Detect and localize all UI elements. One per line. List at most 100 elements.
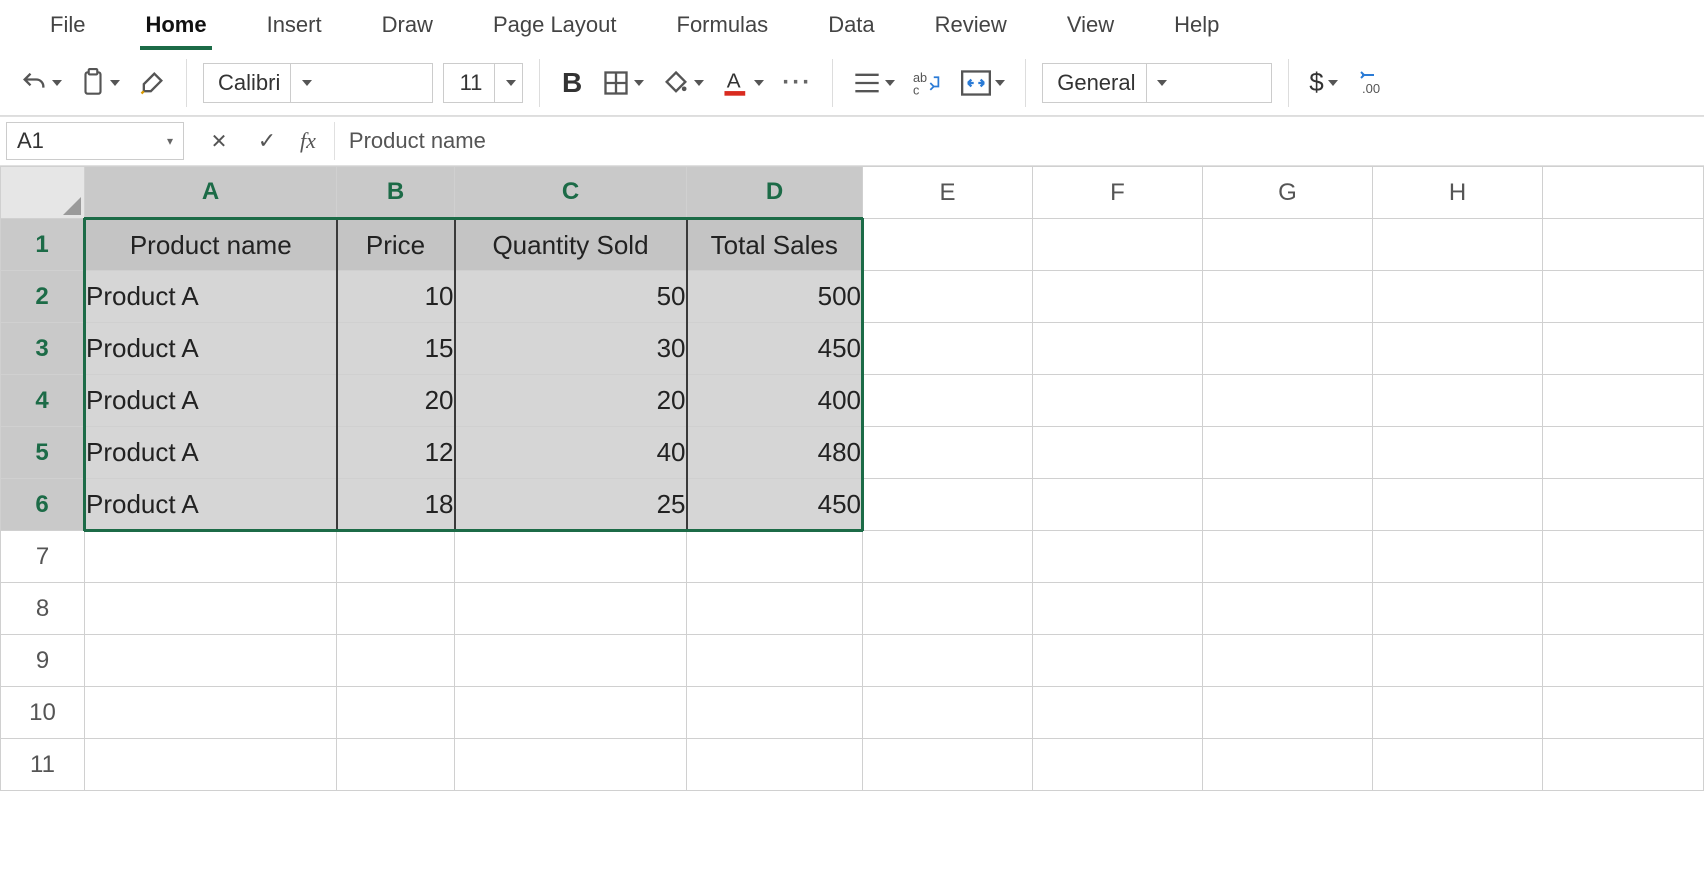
- cell-G8[interactable]: [1203, 583, 1373, 635]
- cell-E10[interactable]: [863, 687, 1033, 739]
- cell-D10[interactable]: [687, 687, 863, 739]
- cell-F5[interactable]: [1033, 427, 1203, 479]
- cell-B8[interactable]: [337, 583, 455, 635]
- menu-tab-draw[interactable]: Draw: [352, 2, 463, 48]
- merge-cells-button[interactable]: [957, 64, 1009, 102]
- font-color-button[interactable]: A: [718, 64, 768, 102]
- formula-input[interactable]: [334, 122, 1704, 160]
- confirm-edit-button[interactable]: ✓: [252, 122, 282, 160]
- cell-B2[interactable]: 10: [337, 271, 455, 323]
- format-painter-button[interactable]: [134, 64, 170, 102]
- cell-F11[interactable]: [1033, 739, 1203, 791]
- borders-button[interactable]: [598, 64, 648, 102]
- cell-G5[interactable]: [1203, 427, 1373, 479]
- column-header-B[interactable]: B: [337, 167, 455, 219]
- cell-B9[interactable]: [337, 635, 455, 687]
- cell-B5[interactable]: 12: [337, 427, 455, 479]
- cell-D9[interactable]: [687, 635, 863, 687]
- spreadsheet-grid[interactable]: A B C D E F G H 1 Product name Price Qua…: [0, 166, 1704, 894]
- cell-A8[interactable]: [85, 583, 337, 635]
- cell-A2[interactable]: Product A: [85, 271, 337, 323]
- cell-A1[interactable]: Product name: [85, 219, 337, 271]
- cell-F1[interactable]: [1033, 219, 1203, 271]
- cell-H1[interactable]: [1373, 219, 1543, 271]
- cell-H6[interactable]: [1373, 479, 1543, 531]
- cancel-edit-button[interactable]: ✕: [204, 122, 234, 160]
- menu-tab-formulas[interactable]: Formulas: [647, 2, 799, 48]
- more-formatting-button[interactable]: ···: [778, 64, 816, 102]
- cell-F8[interactable]: [1033, 583, 1203, 635]
- select-all-corner[interactable]: [1, 167, 85, 219]
- cell-C7[interactable]: [455, 531, 687, 583]
- cell-B10[interactable]: [337, 687, 455, 739]
- cell-H3[interactable]: [1373, 323, 1543, 375]
- row-header-2[interactable]: 2: [1, 271, 85, 323]
- cell-A11[interactable]: [85, 739, 337, 791]
- row-header-1[interactable]: 1: [1, 219, 85, 271]
- row-header-5[interactable]: 5: [1, 427, 85, 479]
- cell-B6[interactable]: 18: [337, 479, 455, 531]
- cell-A5[interactable]: Product A: [85, 427, 337, 479]
- alignment-button[interactable]: [849, 64, 899, 102]
- cell-D6[interactable]: 450: [687, 479, 863, 531]
- number-format-dropdown[interactable]: General: [1042, 63, 1272, 103]
- cell-A4[interactable]: Product A: [85, 375, 337, 427]
- cell-C6[interactable]: 25: [455, 479, 687, 531]
- cell-G6[interactable]: [1203, 479, 1373, 531]
- fx-icon[interactable]: fx: [300, 128, 316, 154]
- cell-C8[interactable]: [455, 583, 687, 635]
- cell-H5[interactable]: [1373, 427, 1543, 479]
- menu-tab-file[interactable]: File: [20, 2, 115, 48]
- cell-A9[interactable]: [85, 635, 337, 687]
- menu-tab-page-layout[interactable]: Page Layout: [463, 2, 647, 48]
- cell-C5[interactable]: 40: [455, 427, 687, 479]
- cell-D4[interactable]: 400: [687, 375, 863, 427]
- cell-H9[interactable]: [1373, 635, 1543, 687]
- cell-D7[interactable]: [687, 531, 863, 583]
- menu-tab-review[interactable]: Review: [905, 2, 1037, 48]
- cell-H2[interactable]: [1373, 271, 1543, 323]
- cell-F2[interactable]: [1033, 271, 1203, 323]
- cell-B1[interactable]: Price: [337, 219, 455, 271]
- row-header-10[interactable]: 10: [1, 687, 85, 739]
- cell-E9[interactable]: [863, 635, 1033, 687]
- cell-H11[interactable]: [1373, 739, 1543, 791]
- column-header-F[interactable]: F: [1033, 167, 1203, 219]
- cell-F10[interactable]: [1033, 687, 1203, 739]
- cell-C1[interactable]: Quantity Sold: [455, 219, 687, 271]
- cell-E8[interactable]: [863, 583, 1033, 635]
- font-size-dropdown[interactable]: 11: [443, 63, 523, 103]
- cell-overflow[interactable]: [1543, 375, 1704, 427]
- cell-B7[interactable]: [337, 531, 455, 583]
- cell-overflow[interactable]: [1543, 427, 1704, 479]
- cell-overflow[interactable]: [1543, 531, 1704, 583]
- cell-E3[interactable]: [863, 323, 1033, 375]
- cell-A6[interactable]: Product A: [85, 479, 337, 531]
- cell-D8[interactable]: [687, 583, 863, 635]
- cell-A7[interactable]: [85, 531, 337, 583]
- row-header-3[interactable]: 3: [1, 323, 85, 375]
- cell-overflow[interactable]: [1543, 687, 1704, 739]
- cell-H7[interactable]: [1373, 531, 1543, 583]
- cell-D11[interactable]: [687, 739, 863, 791]
- cell-G3[interactable]: [1203, 323, 1373, 375]
- cell-overflow[interactable]: [1543, 479, 1704, 531]
- undo-button[interactable]: [16, 64, 66, 102]
- row-header-11[interactable]: 11: [1, 739, 85, 791]
- cell-E1[interactable]: [863, 219, 1033, 271]
- menu-tab-insert[interactable]: Insert: [237, 2, 352, 48]
- cell-F9[interactable]: [1033, 635, 1203, 687]
- cell-overflow[interactable]: [1543, 323, 1704, 375]
- cell-overflow[interactable]: [1543, 583, 1704, 635]
- cell-H10[interactable]: [1373, 687, 1543, 739]
- cell-C11[interactable]: [455, 739, 687, 791]
- menu-tab-data[interactable]: Data: [798, 2, 904, 48]
- cell-E5[interactable]: [863, 427, 1033, 479]
- cell-D3[interactable]: 450: [687, 323, 863, 375]
- cell-A10[interactable]: [85, 687, 337, 739]
- fill-color-button[interactable]: [658, 64, 708, 102]
- column-header-H[interactable]: H: [1373, 167, 1543, 219]
- cell-C9[interactable]: [455, 635, 687, 687]
- cell-F7[interactable]: [1033, 531, 1203, 583]
- cell-H8[interactable]: [1373, 583, 1543, 635]
